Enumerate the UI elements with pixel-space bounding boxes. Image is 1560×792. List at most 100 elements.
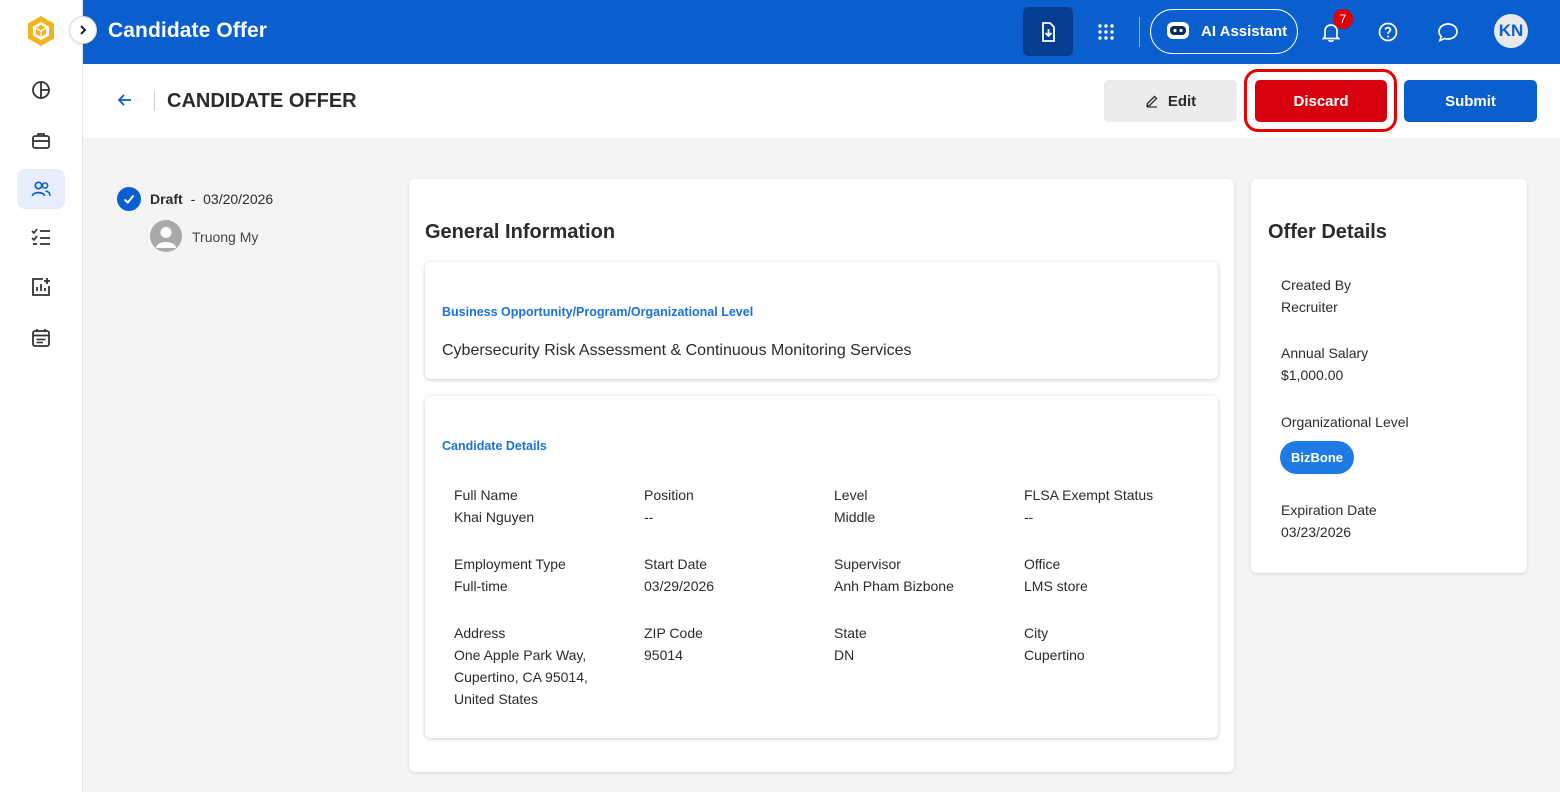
sidebar-item-jobs[interactable] [17, 121, 65, 161]
status-line: Draft - 03/20/2026 [150, 191, 273, 207]
offer-expiration-date: Expiration Date 03/23/2026 [1281, 499, 1377, 543]
status-separator: - [190, 191, 196, 207]
field-label: Address [454, 625, 506, 641]
checklist-icon [31, 228, 50, 245]
field-value: Cupertino [1024, 647, 1085, 663]
field-office: Office LMS store [1024, 553, 1204, 597]
offer-field-value: Recruiter [1281, 299, 1338, 315]
general-information-title: General Information [425, 221, 616, 243]
arrow-left-icon [117, 94, 131, 106]
field-value: Khai Nguyen [454, 509, 535, 525]
field-flsa-status: FLSA Exempt Status -- [1024, 484, 1204, 528]
field-label: State [834, 625, 867, 641]
back-button[interactable] [115, 90, 135, 110]
calendar-icon [32, 329, 50, 347]
organizational-level-chip: BizBone [1280, 441, 1354, 474]
field-value: -- [1024, 509, 1034, 525]
field-position: Position -- [644, 484, 824, 528]
offer-field-label: Created By [1281, 277, 1352, 293]
sidebar-item-dashboard[interactable] [17, 70, 65, 110]
field-label: Employment Type [454, 556, 566, 572]
field-label: City [1024, 625, 1049, 641]
briefcase-icon [32, 133, 50, 149]
candidate-details-section: Candidate Details Full Name Khai Nguyen … [425, 396, 1218, 738]
field-label: Position [644, 487, 694, 503]
pencil-icon [1145, 95, 1158, 108]
field-supervisor: Supervisor Anh Pham Bizbone [834, 553, 1014, 597]
field-employment-type: Employment Type Full-time [454, 553, 634, 597]
apps-grid-icon [1098, 24, 1114, 40]
field-label: Full Name [454, 487, 518, 503]
dashboard-icon [32, 81, 50, 99]
business-section-label: Business Opportunity/Program/Organizatio… [442, 305, 754, 319]
offer-field-value: $1,000.00 [1281, 367, 1344, 383]
offer-organizational-level: Organizational Level [1281, 411, 1409, 433]
chevron-right-icon [80, 25, 87, 35]
submit-button[interactable]: Submit [1404, 80, 1537, 122]
download-icon [1042, 21, 1055, 42]
offer-details-title: Offer Details [1268, 221, 1387, 243]
sidebar-item-candidates[interactable] [17, 169, 65, 209]
field-value: DN [834, 647, 855, 663]
help-icon [1378, 22, 1398, 42]
sidebar-item-reports[interactable] [17, 267, 65, 307]
people-icon [31, 181, 51, 197]
status-date: 03/20/2026 [203, 191, 274, 207]
offer-field-value: 03/23/2026 [1281, 524, 1352, 540]
apps-button[interactable] [1091, 17, 1121, 47]
app-logo-icon[interactable] [24, 14, 58, 48]
offer-field-label: Annual Salary [1281, 345, 1369, 361]
page-title: CANDIDATE OFFER [167, 90, 357, 112]
discard-button[interactable]: Discard [1255, 80, 1387, 122]
sidebar-expand-button[interactable] [69, 16, 97, 44]
robot-icon [1165, 19, 1191, 45]
user-avatar[interactable]: KN [1494, 14, 1528, 48]
sidebar-item-calendar[interactable] [17, 318, 65, 358]
chat-button[interactable] [1433, 17, 1463, 47]
field-value: One Apple Park Way, Cupertino, CA 95014,… [454, 647, 588, 707]
notification-badge: 7 [1333, 9, 1353, 29]
help-button[interactable] [1373, 17, 1403, 47]
edit-label: Edit [1167, 92, 1197, 110]
topbar-divider [1139, 17, 1140, 47]
field-address: Address One Apple Park Way, Cupertino, C… [454, 622, 604, 710]
ai-assistant-button[interactable]: AI Assistant [1150, 9, 1298, 54]
field-zip-code: ZIP Code 95014 [644, 622, 824, 666]
field-label: Supervisor [834, 556, 901, 572]
page-header: CANDIDATE OFFER Edit Discard Submit [83, 64, 1560, 138]
field-level: Level Middle [834, 484, 1014, 528]
status-user-name: Truong My [192, 229, 259, 245]
field-state: State DN [834, 622, 1014, 666]
field-value: Middle [834, 509, 876, 525]
offer-created-by: Created By Recruiter [1281, 274, 1351, 318]
offer-field-label: Expiration Date [1281, 502, 1377, 518]
ai-assistant-label: AI Assistant [1201, 23, 1288, 40]
field-start-date: Start Date 03/29/2026 [644, 553, 824, 597]
sidebar-item-tasks[interactable] [17, 217, 65, 257]
report-icon [32, 278, 50, 296]
field-label: Start Date [644, 556, 708, 572]
field-value: 03/29/2026 [644, 578, 715, 594]
sidebar [0, 0, 83, 792]
field-full-name: Full Name Khai Nguyen [454, 484, 634, 528]
business-opportunity-section: Business Opportunity/Program/Organizatio… [425, 262, 1218, 379]
field-label: ZIP Code [644, 625, 703, 641]
top-bar: Candidate Offer AI Assistant 7 KN [83, 0, 1560, 64]
field-value: LMS store [1024, 578, 1088, 594]
business-value: Cybersecurity Risk Assessment & Continuo… [442, 342, 912, 359]
field-label: FLSA Exempt Status [1024, 487, 1154, 503]
status-check-icon [117, 187, 141, 211]
offer-annual-salary: Annual Salary $1,000.00 [1281, 342, 1368, 386]
app-title: Candidate Offer [108, 19, 268, 42]
field-label: Level [834, 487, 868, 503]
download-button[interactable] [1023, 7, 1073, 56]
field-label: Office [1024, 556, 1061, 572]
status-label: Draft [150, 191, 183, 207]
header-divider [154, 91, 155, 111]
field-city: City Cupertino [1024, 622, 1204, 666]
edit-button[interactable]: Edit [1104, 80, 1237, 122]
field-value: Full-time [454, 578, 508, 594]
candidate-section-label: Candidate Details [442, 439, 547, 453]
field-value: -- [644, 509, 654, 525]
chat-icon [1438, 23, 1458, 43]
